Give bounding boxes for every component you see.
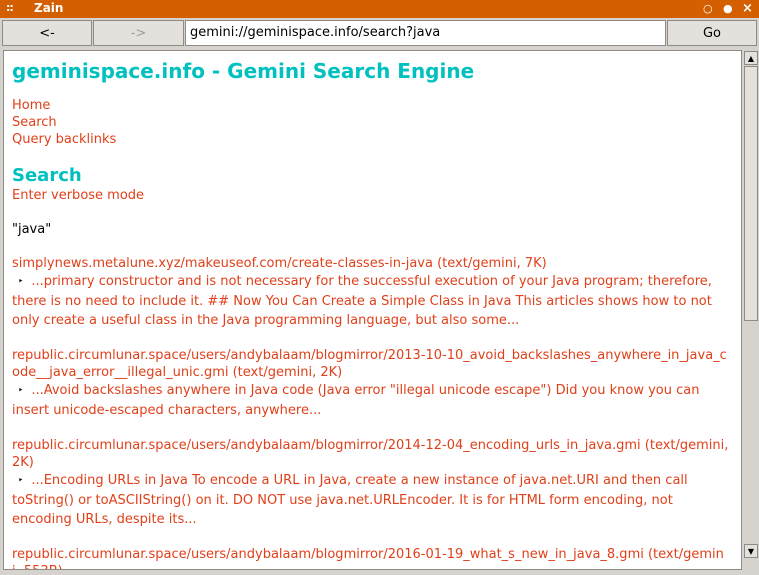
nav-link-search[interactable]: Search: [12, 114, 730, 131]
result-link[interactable]: republic.circumlunar.space/users/andybal…: [12, 347, 730, 381]
back-button[interactable]: <-: [2, 20, 92, 46]
result-snippet: ‣ ...primary constructor and is not neces…: [12, 272, 730, 330]
resize-corner[interactable]: [743, 560, 759, 575]
result-snippet-text: ...primary constructor and is not necess…: [12, 274, 712, 328]
page-viewport[interactable]: geminispace.info - Gemini Search Engine …: [3, 50, 742, 570]
vertical-scrollbar[interactable]: ▲ ▼: [743, 50, 759, 570]
window-title: Zain: [34, 1, 64, 15]
page-title: geminispace.info - Gemini Search Engine: [12, 59, 475, 83]
section-heading: Search: [12, 165, 82, 186]
go-button[interactable]: Go: [667, 20, 757, 46]
close-icon[interactable]: ×: [742, 1, 753, 17]
window-titlebar[interactable]: :: Zain ○ ● ×: [0, 0, 759, 18]
navigation-toolbar: <- -> gemini://geminispace.info/search?j…: [0, 18, 759, 48]
result-snippet: ‣ ...Encoding URLs in Java To encode a UR…: [12, 471, 730, 529]
result-link[interactable]: republic.circumlunar.space/users/andybal…: [12, 437, 730, 471]
page-content: geminispace.info - Gemini Search Engine …: [12, 59, 730, 569]
scroll-thumb[interactable]: [744, 66, 758, 321]
result-snippet: ‣ ...Avoid backslashes anywhere in Java c…: [12, 381, 730, 420]
nav-link-home[interactable]: Home: [12, 97, 730, 114]
forward-button[interactable]: ->: [93, 20, 184, 46]
scroll-down-icon[interactable]: ▼: [744, 544, 758, 558]
bullet-icon: ‣: [18, 277, 24, 287]
url-input[interactable]: gemini://geminispace.info/search?java: [185, 20, 666, 46]
scroll-up-icon[interactable]: ▲: [744, 51, 758, 65]
bullet-icon: ‣: [18, 386, 24, 396]
bullet-icon: ‣: [18, 476, 24, 486]
maximize-icon[interactable]: ●: [723, 1, 733, 17]
minimize-icon[interactable]: ○: [703, 1, 713, 17]
result-link[interactable]: republic.circumlunar.space/users/andybal…: [12, 546, 730, 569]
verbose-mode-link[interactable]: Enter verbose mode: [12, 187, 730, 204]
grip-icon[interactable]: ::: [6, 1, 14, 14]
nav-link-backlinks[interactable]: Query backlinks: [12, 131, 730, 148]
result-snippet-text: ...Avoid backslashes anywhere in Java co…: [12, 383, 700, 418]
result-snippet-text: ...Encoding URLs in Java To encode a URL…: [12, 473, 688, 527]
search-query: "java": [12, 222, 52, 237]
result-link[interactable]: simplynews.metalune.xyz/makeuseof.com/cr…: [12, 255, 730, 272]
